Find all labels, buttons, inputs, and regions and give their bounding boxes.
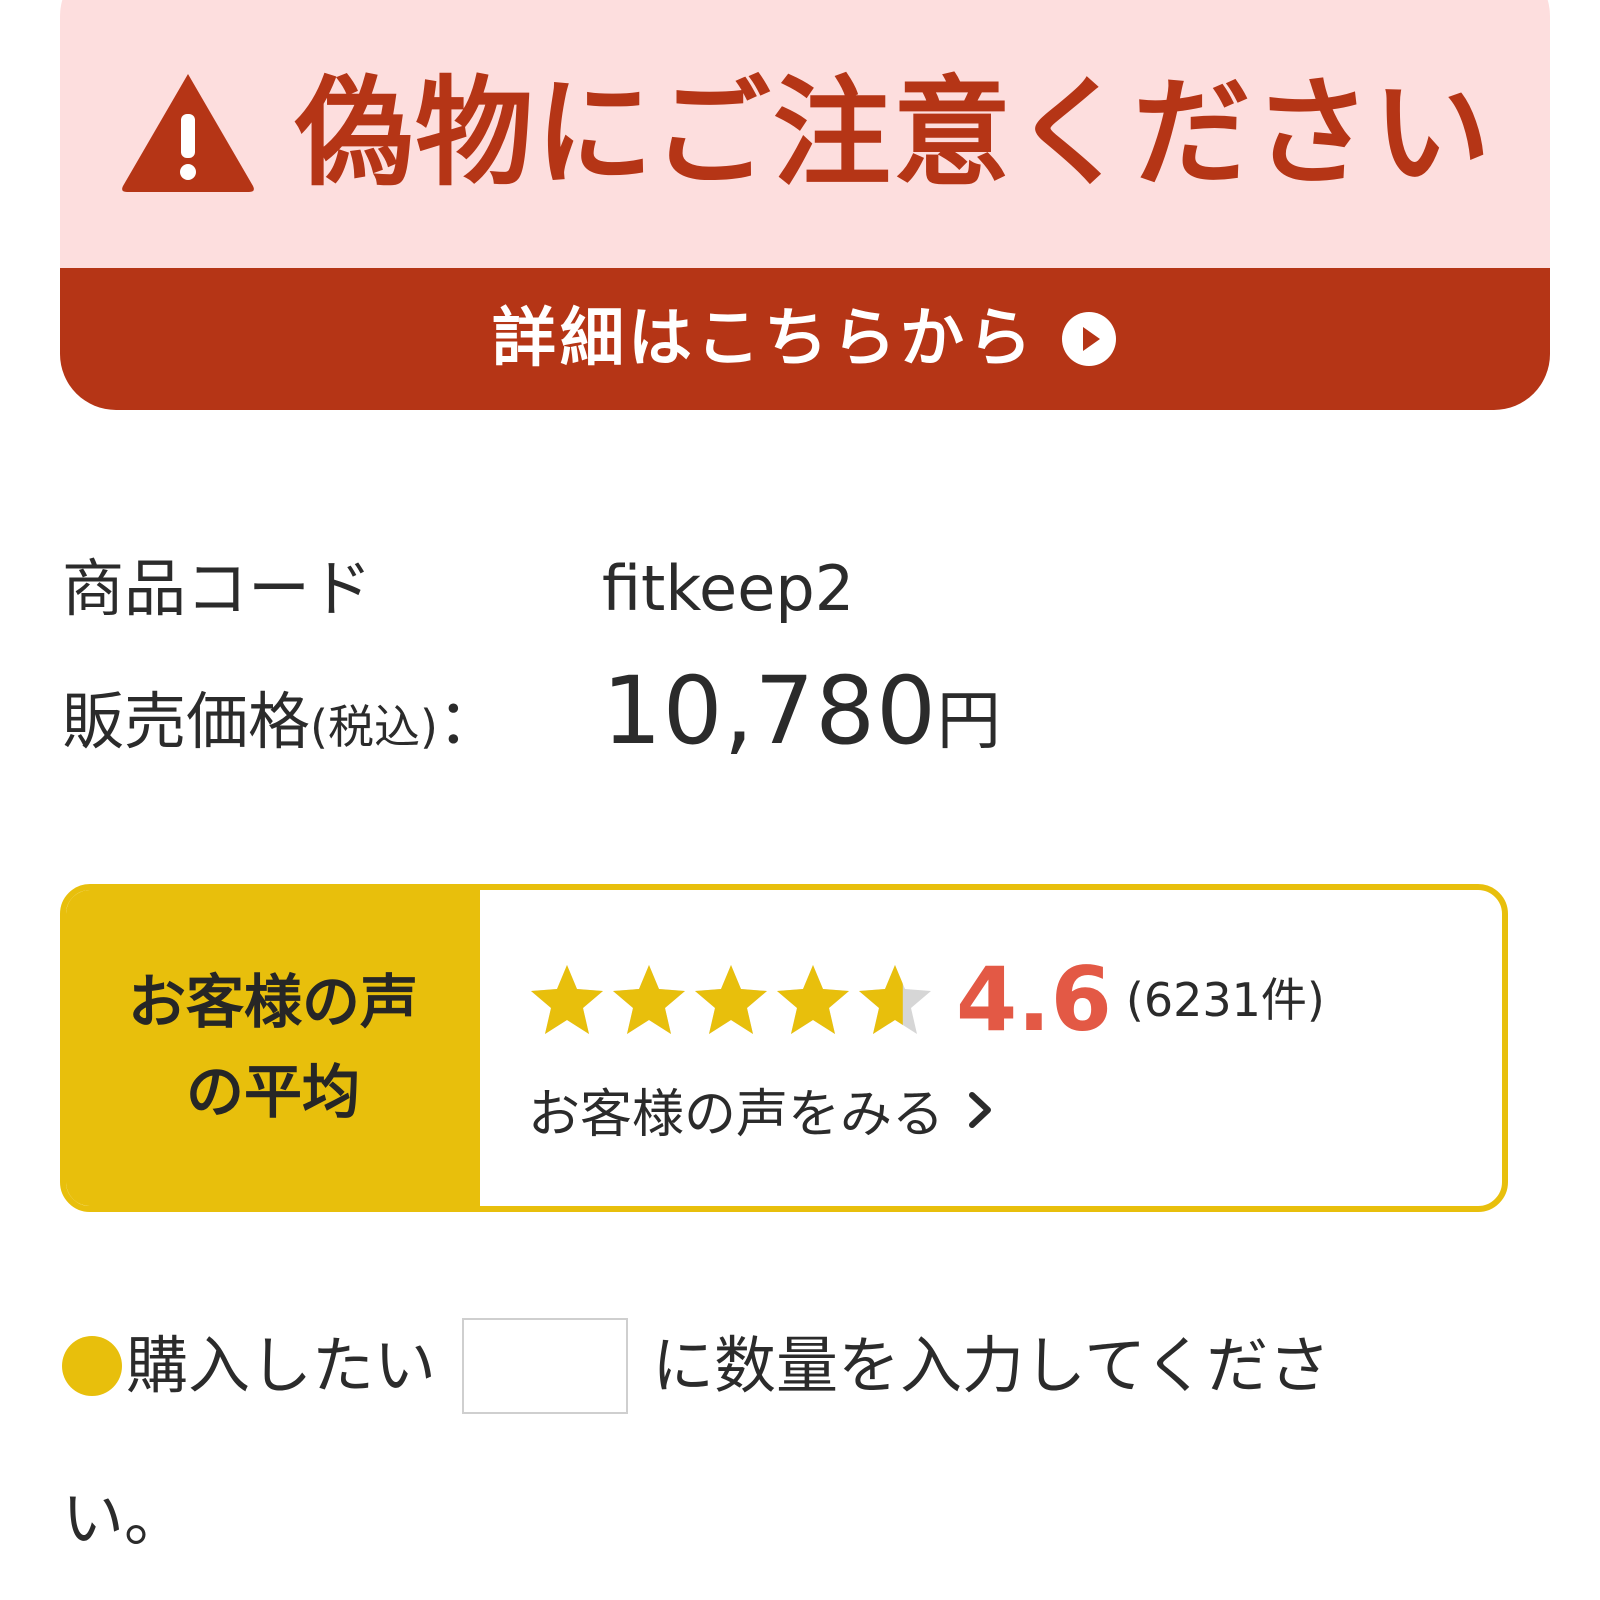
- price-tax-note: (税込): [310, 700, 438, 754]
- play-circle-icon: [1062, 312, 1116, 366]
- reviews-label-line1: お客様の声: [127, 968, 418, 1037]
- warning-title: 偽物にご注意ください: [295, 64, 1493, 202]
- view-reviews-label: お客様の声をみる: [528, 1085, 945, 1145]
- chevron-right-icon: [969, 1091, 992, 1128]
- purchase-prefix: 購入したい: [126, 1329, 437, 1402]
- details-link[interactable]: 詳細はこちらから: [60, 268, 1550, 410]
- details-link-label: 詳細はこちらから: [492, 302, 1036, 376]
- star-icon: [695, 965, 767, 1034]
- price-colon: ：: [437, 685, 500, 758]
- product-code-label: 商品コード: [62, 552, 373, 625]
- counterfeit-warning-banner[interactable]: 偽物にご注意ください 詳細はこちらから: [60, 0, 1550, 410]
- view-reviews-link[interactable]: お客様の声をみる: [528, 1072, 1502, 1147]
- warning-triangle-icon: [122, 74, 255, 192]
- rating-score: 4.6: [956, 948, 1112, 1051]
- rating-line: 4.6 (6231件): [528, 950, 1502, 1050]
- star-icon: [859, 965, 931, 1034]
- star-rating: [528, 961, 934, 1039]
- price-value: 10,780円: [602, 665, 1001, 759]
- purchase-instruction: 購入したい に数量を入力してくださ: [62, 1318, 1330, 1414]
- purchase-instruction-tail: い。: [62, 1482, 187, 1555]
- warning-title-row: 偽物にご注意ください: [117, 68, 1493, 198]
- review-count: (6231件): [1125, 973, 1325, 1027]
- price-label-group: 販売価格(税込)：: [62, 691, 602, 753]
- price-row: 販売価格(税込)： 10,780円: [62, 665, 1001, 759]
- product-code-row: 商品コード fitkeep2: [62, 558, 854, 620]
- purchase-suffix: に数量を入力してくださ: [652, 1329, 1331, 1402]
- price-currency: 円: [936, 685, 1001, 759]
- bullet-dot: [62, 1336, 122, 1396]
- reviews-label-line2: の平均: [185, 1058, 360, 1126]
- price-amount: 10,780: [602, 657, 937, 766]
- star-icon: [531, 965, 603, 1034]
- star-icon: [777, 965, 849, 1034]
- customer-reviews-box: お客様の声 の平均 4.6 (6231件) お客様の声をみる: [60, 884, 1508, 1212]
- reviews-content: 4.6 (6231件) お客様の声をみる: [480, 890, 1502, 1206]
- warning-header: 偽物にご注意ください: [60, 0, 1550, 268]
- star-icon: [613, 965, 685, 1034]
- price-label: 販売価格: [62, 685, 311, 758]
- quantity-input[interactable]: [462, 1318, 629, 1414]
- product-code-value: fitkeep2: [602, 552, 855, 625]
- reviews-average-label: お客様の声 の平均: [66, 890, 480, 1206]
